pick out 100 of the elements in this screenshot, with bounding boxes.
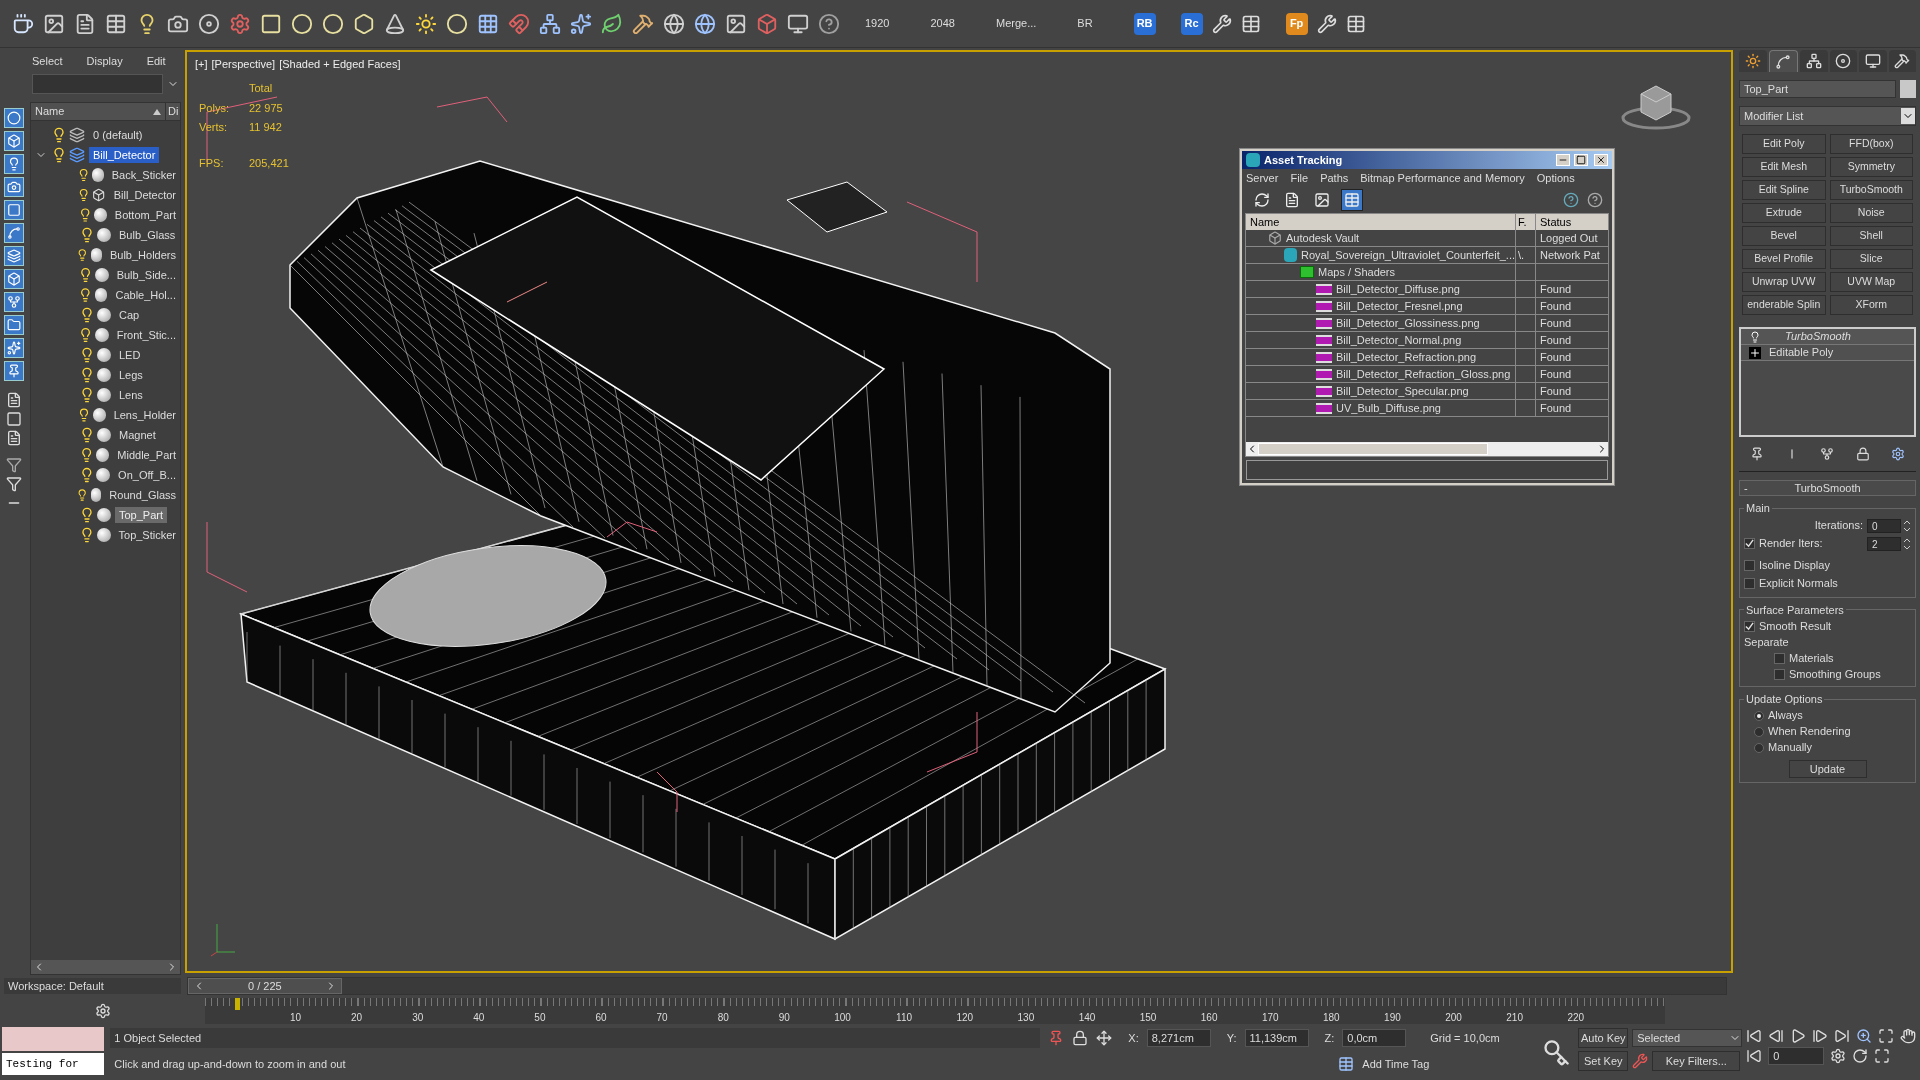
column-header[interactable]: Name	[1246, 214, 1516, 230]
modifier-button[interactable]: Noise	[1829, 203, 1913, 223]
modify-icon[interactable]	[1775, 53, 1792, 70]
key-filters-button[interactable]: Key Filters...	[1652, 1051, 1741, 1071]
tree-item[interactable]: Bill_Detector	[89, 146, 160, 164]
checkbox[interactable]	[1744, 560, 1755, 571]
tree-item[interactable]: Top_Sticker	[114, 526, 180, 544]
asset-name[interactable]: Bill_Detector_Refraction.png	[1336, 348, 1477, 366]
lightbulb-icon[interactable]	[79, 367, 95, 383]
tree-item[interactable]: On_Off_B...	[114, 466, 180, 484]
cone-icon[interactable]	[384, 12, 406, 35]
horizontal-scrollbar[interactable]	[1246, 442, 1608, 456]
menu-item[interactable]: File	[1290, 169, 1309, 187]
tree-item[interactable]: Bill_Detector	[109, 186, 180, 204]
sheet-icon[interactable]	[6, 430, 22, 446]
horizontal-scrollbar[interactable]	[31, 960, 180, 974]
menu-item[interactable]: Edit	[146, 52, 166, 70]
script-button[interactable]: RB	[1133, 12, 1156, 35]
help-icon[interactable]	[1563, 192, 1579, 208]
radio-button[interactable]	[1754, 726, 1764, 737]
modifier-button[interactable]: TurboSmooth	[1829, 180, 1913, 200]
go-to-end-icon[interactable]	[1834, 1028, 1851, 1044]
toolbar-label[interactable]: 2048	[914, 15, 971, 32]
viewport-label[interactable]: [Perspective]	[211, 56, 276, 73]
modifier-button[interactable]: Edit Poly	[1742, 134, 1826, 154]
column-header[interactable]: Status	[1536, 214, 1608, 230]
pin-icon[interactable]	[1749, 447, 1764, 461]
lightbulb-icon[interactable]	[51, 127, 67, 143]
spinner-arrows-icon[interactable]	[1903, 518, 1911, 533]
lightbulb-icon[interactable]	[1749, 330, 1761, 343]
toolbar-label[interactable]: 1920	[849, 15, 906, 32]
filter-icon[interactable]	[6, 457, 22, 473]
modifier-button[interactable]: UVW Map	[1829, 272, 1913, 292]
number-field[interactable]: 2	[1867, 536, 1901, 551]
go-to-start-icon[interactable]	[1746, 1028, 1763, 1044]
asset-name[interactable]: UV_Bulb_Diffuse.png	[1336, 399, 1441, 417]
menu-item[interactable]: Paths	[1320, 169, 1349, 187]
motion-icon[interactable]	[1835, 53, 1852, 69]
current-frame-field[interactable]: 0	[1768, 1047, 1825, 1065]
menu-item[interactable]: Options	[1536, 169, 1575, 187]
tree-item[interactable]: LED	[115, 346, 145, 364]
tree-item[interactable]: Round_Glass	[105, 486, 180, 504]
menu-item[interactable]: Bitmap Performance and Memory	[1360, 169, 1525, 187]
workspace-dropdown[interactable]: Workspace: Default	[4, 978, 181, 994]
table-icon[interactable]	[1240, 13, 1261, 34]
sphere-icon[interactable]	[446, 12, 468, 35]
auto-key-button[interactable]: Auto Key	[1578, 1028, 1629, 1048]
radio-button[interactable]	[1754, 710, 1764, 721]
tree-item[interactable]: Bulb_Holders	[105, 246, 180, 264]
add-time-tag-button[interactable]: Add Time Tag	[1362, 1055, 1430, 1073]
checkbox[interactable]	[1744, 620, 1755, 632]
lightbulb-icon[interactable]	[79, 347, 95, 363]
tree-item[interactable]: Back_Sticker	[107, 166, 180, 184]
tree-item[interactable]: Lens	[115, 386, 147, 404]
play-icon[interactable]	[1790, 1028, 1807, 1044]
zoom-extents-icon[interactable]	[1878, 1028, 1895, 1044]
time-slider-track[interactable]: 0 / 225	[187, 977, 1727, 995]
tree-item[interactable]: Cap	[115, 306, 144, 324]
lightbulb-icon[interactable]	[77, 187, 91, 203]
coordinate-field[interactable]: 0,0cm	[1342, 1029, 1407, 1047]
maximize-viewport-icon[interactable]	[1874, 1048, 1891, 1064]
create-tab[interactable]	[1739, 50, 1767, 72]
modifier-button[interactable]: XForm	[1829, 295, 1913, 315]
asset-name[interactable]: Bill_Detector_Fresnel.png	[1336, 297, 1463, 315]
filter-options-icon[interactable]	[6, 476, 22, 492]
menu-item[interactable]: Server	[1246, 169, 1279, 187]
document-icon[interactable]	[6, 392, 22, 408]
expand-icon[interactable]	[1749, 346, 1761, 359]
lightbulb-icon[interactable]	[79, 227, 95, 243]
lightbulb-icon[interactable]	[79, 507, 95, 523]
gear-icon[interactable]	[229, 12, 251, 35]
lightbulb-icon[interactable]	[76, 247, 89, 263]
set-key-icon[interactable]	[1542, 1038, 1571, 1067]
box-icon[interactable]	[260, 12, 282, 35]
perspective-viewport[interactable]	[185, 50, 1733, 973]
disc-icon[interactable]	[198, 12, 220, 35]
configure-icon[interactable]	[1891, 447, 1906, 461]
radio-button[interactable]	[1754, 742, 1764, 753]
transform-mode-icon[interactable]	[1096, 1030, 1113, 1046]
tree-item[interactable]: Bottom_Part	[110, 206, 180, 224]
modifier-button[interactable]: FFD(box)	[1829, 134, 1913, 154]
asset-name[interactable]: Bill_Detector_Normal.png	[1336, 331, 1462, 349]
spinner-arrows-icon[interactable]	[1903, 536, 1911, 551]
tree-item[interactable]: Cable_Hol...	[111, 286, 180, 304]
asset-name[interactable]: Bill_Detector_Glossiness.png	[1336, 314, 1480, 332]
asset-name[interactable]: Autodesk Vault	[1286, 230, 1360, 247]
display-icon[interactable]	[1864, 53, 1881, 69]
lightbulb-icon[interactable]	[79, 307, 95, 323]
checkbox[interactable]	[1774, 652, 1785, 664]
geometry-icon[interactable]	[7, 134, 21, 148]
pan-icon[interactable]	[1900, 1028, 1917, 1044]
hierarchy-tab[interactable]	[1800, 50, 1828, 72]
asset-name[interactable]: Royal_Sovereign_Ultraviolet_Counterfeit_...	[1301, 246, 1515, 264]
checkbox[interactable]	[1744, 578, 1755, 589]
render-frame-icon[interactable]	[43, 12, 65, 35]
tools-icon[interactable]	[1211, 13, 1232, 34]
object-color-swatch[interactable]	[1900, 80, 1916, 98]
tree-item[interactable]: Front_Stic...	[112, 326, 180, 344]
viewport-label[interactable]: [+]	[195, 56, 208, 73]
sun-icon[interactable]	[415, 12, 437, 35]
